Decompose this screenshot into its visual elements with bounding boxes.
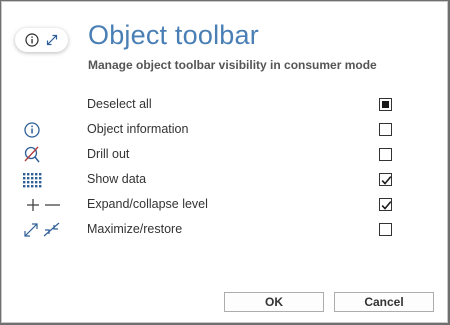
maximize-restore-checkbox[interactable] (379, 223, 392, 236)
option-label: Object information (87, 122, 189, 136)
info-icon (24, 122, 40, 138)
option-row-maximize-restore[interactable]: Maximize/restore (2, 220, 449, 240)
drill-out-checkbox[interactable] (379, 148, 392, 161)
object-toolbar-dialog: Object toolbar Manage object toolbar vis… (1, 1, 448, 323)
plus-minus-icon (27, 199, 60, 211)
dialog-title: Object toolbar (88, 20, 259, 50)
maximize-restore-icon (24, 222, 60, 237)
ok-button[interactable]: OK (224, 292, 324, 312)
grid-icon (23, 173, 42, 188)
option-label: Show data (87, 172, 147, 186)
expand-icon (46, 34, 58, 46)
show-data-checkbox[interactable] (379, 173, 392, 186)
deselect-all-checkbox[interactable] (379, 98, 392, 111)
option-row-object-information[interactable]: Object information (2, 120, 449, 140)
object-information-checkbox[interactable] (379, 123, 392, 136)
option-label: Drill out (87, 147, 130, 161)
option-row-show-data[interactable]: Show data (2, 170, 449, 190)
toolbar-preview-pill (15, 28, 68, 52)
drill-out-icon (24, 146, 40, 163)
option-label: Deselect all (87, 97, 152, 111)
option-label: Maximize/restore (87, 222, 183, 236)
checkmark-icon (381, 201, 392, 210)
option-label: Expand/collapse level (87, 197, 208, 211)
dialog-subtitle: Manage object toolbar visibility in cons… (88, 58, 377, 72)
checkmark-icon (381, 176, 392, 185)
option-row-drill-out[interactable]: Drill out (2, 145, 449, 165)
option-row-deselect-all[interactable]: Deselect all (2, 95, 449, 115)
expand-collapse-level-checkbox[interactable] (379, 198, 392, 211)
info-icon (25, 33, 39, 47)
option-row-expand-collapse-level[interactable]: Expand/collapse level (2, 195, 449, 215)
cancel-button[interactable]: Cancel (334, 292, 434, 312)
